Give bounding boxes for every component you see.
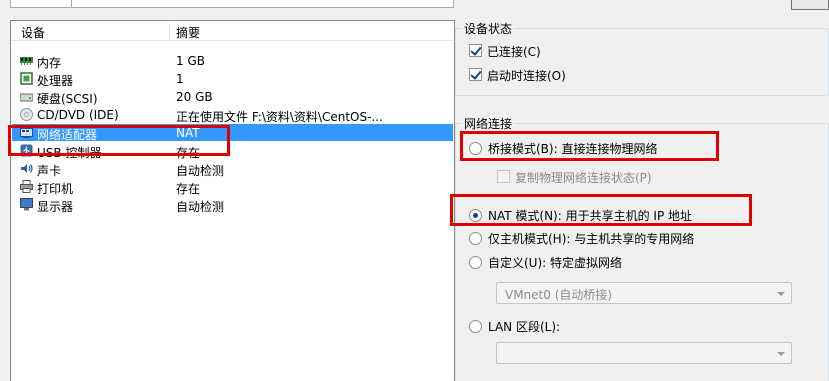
harddisk-icon <box>20 90 33 103</box>
device-row-printer[interactable]: 打印机 存在 <box>12 178 453 196</box>
replicate-state-checkbox[interactable] <box>497 170 510 183</box>
device-name: 处理器 <box>37 74 74 88</box>
device-summary: 1 <box>176 72 184 86</box>
device-name: 硬盘(SCSI) <box>37 92 98 106</box>
printer-icon <box>20 180 33 193</box>
custom-network-value: VMnet0 (自动桥接) <box>505 288 613 302</box>
device-status-title: 设备状态 <box>462 20 515 37</box>
device-summary: 自动检测 <box>176 200 225 214</box>
device-summary: 20 GB <box>176 90 213 104</box>
device-summary: 自动检测 <box>176 164 225 178</box>
vm-settings-window: 设备 摘要 内存 1 GB 处理器 1 硬盘(SCSI) 20 GB CD/DV… <box>0 0 829 381</box>
top-button-remnant[interactable] <box>791 0 829 10</box>
column-header-summary[interactable]: 摘要 <box>176 24 200 41</box>
column-separator[interactable] <box>169 23 170 39</box>
memory-icon <box>20 54 33 67</box>
custom-radio[interactable] <box>469 256 482 269</box>
network-connection-title: 网络连接 <box>462 115 515 132</box>
device-name: CD/DVD (IDE) <box>37 108 119 122</box>
column-header-device[interactable]: 设备 <box>21 24 45 41</box>
chevron-down-icon <box>777 292 785 296</box>
device-summary: 正在使用文件 F:\资料\资料\CentOS-... <box>176 110 383 124</box>
device-row-cd-dvd[interactable]: CD/DVD (IDE) 正在使用文件 F:\资料\资料\CentOS-... <box>12 106 453 124</box>
host-only-radio[interactable] <box>469 232 482 245</box>
highlight-bridged-mode <box>460 131 719 161</box>
connect-at-power-on-label[interactable]: 启动时连接(O) <box>487 67 566 84</box>
replicate-state-label[interactable]: 复制物理网络连接状态(P) <box>515 169 652 186</box>
sound-icon <box>20 162 33 175</box>
highlight-network-adapter <box>8 125 230 156</box>
display-icon <box>20 198 33 211</box>
device-name: 打印机 <box>37 182 74 196</box>
lan-segment-select[interactable] <box>496 342 792 364</box>
device-summary: 1 GB <box>176 54 205 68</box>
top-field-remnant <box>10 0 454 8</box>
connect-at-power-on-checkbox[interactable] <box>469 68 482 81</box>
connected-label[interactable]: 已连接(C) <box>487 43 541 60</box>
highlight-nat-mode <box>450 194 752 226</box>
device-row-cpu[interactable]: 处理器 1 <box>12 70 453 88</box>
device-name: 显示器 <box>37 200 74 214</box>
device-list-header: 设备 摘要 <box>11 21 454 41</box>
device-list[interactable]: 设备 摘要 内存 1 GB 处理器 1 硬盘(SCSI) 20 GB CD/DV… <box>10 20 455 381</box>
cd-dvd-icon <box>20 108 33 121</box>
lan-segment-label[interactable]: LAN 区段(L): <box>488 318 560 335</box>
custom-network-select[interactable]: VMnet0 (自动桥接) <box>496 282 792 304</box>
device-summary: 存在 <box>176 182 201 196</box>
cpu-icon <box>20 72 33 85</box>
device-row-sound[interactable]: 声卡 自动检测 <box>12 160 453 178</box>
device-name: 内存 <box>37 56 62 70</box>
connected-checkbox[interactable] <box>469 44 482 57</box>
chevron-down-icon <box>777 352 785 356</box>
host-only-label[interactable]: 仅主机模式(H): 与主机共享的专用网络 <box>488 230 694 247</box>
device-row-harddisk[interactable]: 硬盘(SCSI) 20 GB <box>12 88 453 106</box>
device-row-display[interactable]: 显示器 自动检测 <box>12 196 453 214</box>
lan-segment-radio[interactable] <box>469 320 482 333</box>
device-status-group <box>455 28 829 96</box>
device-row-memory[interactable]: 内存 1 GB <box>12 52 453 70</box>
device-name: 声卡 <box>37 164 62 178</box>
custom-label[interactable]: 自定义(U): 特定虚拟网络 <box>488 254 622 271</box>
